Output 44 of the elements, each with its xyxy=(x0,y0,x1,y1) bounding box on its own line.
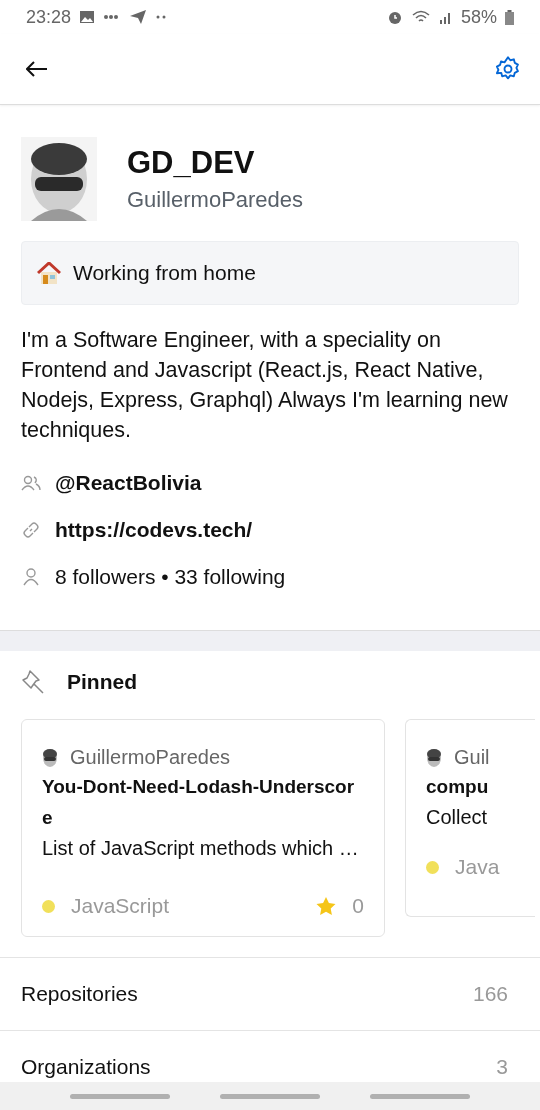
back-arrow-icon[interactable] xyxy=(26,61,48,77)
bio-text: I'm a Software Engineer, with a speciality on Frontend and Javascript (React.js, React Native, Nodejs, Express, Graphql) Always I'm learning new techniques. xyxy=(21,327,509,444)
house-icon xyxy=(37,262,61,284)
username: GuillermoParedes xyxy=(127,187,304,213)
status-time: 23:28 xyxy=(26,6,72,28)
nav-handle[interactable] xyxy=(370,1093,470,1099)
dots-icon xyxy=(155,15,168,19)
signal-icon xyxy=(438,10,453,24)
image-icon xyxy=(79,10,96,24)
people-icon xyxy=(21,474,41,491)
alarm-icon xyxy=(386,9,403,25)
menu-label: Organizations xyxy=(21,1055,151,1079)
avatar-icon xyxy=(426,748,442,767)
battery-icon xyxy=(505,9,514,25)
display-name: GD_DEV xyxy=(127,145,256,181)
menu-row[interactable]: Repositories 166 xyxy=(0,958,540,1031)
repo-owner: Guil xyxy=(454,746,490,769)
battery-percent: 58% xyxy=(460,6,497,28)
repo-name: You-Dont-Need-Lodash-Underscore xyxy=(42,775,356,830)
status-text: Working from home xyxy=(73,261,256,285)
repo-language: Java xyxy=(455,855,500,879)
organization-text[interactable]: @ReactBolivia xyxy=(55,470,202,495)
repo-language: JavaScript xyxy=(71,894,170,918)
menu-count: 166 xyxy=(472,982,508,1006)
star-icon xyxy=(316,896,337,916)
menu-label: Repositories xyxy=(21,982,138,1006)
repo-card[interactable]: GuillermoParedes You-Dont-Need-Lodash-Underscore List of JavaScript methods which … JavaScript 0 xyxy=(21,719,385,937)
nav-handle[interactable] xyxy=(220,1093,320,1099)
website-link[interactable]: https://codevs.tech/ xyxy=(55,517,253,542)
repo-description: List of JavaScript methods which … xyxy=(42,836,360,861)
star-count: 0 xyxy=(352,894,364,918)
repo-card[interactable]: Guil compu Collect Java xyxy=(405,719,535,917)
person-icon xyxy=(21,567,41,586)
status-box[interactable]: Working from home xyxy=(21,241,519,305)
menu-count: 3 xyxy=(496,1055,508,1079)
follow-counts: 8 followers • 33 following xyxy=(55,564,286,589)
avatar-icon xyxy=(42,748,58,767)
repo-owner: GuillermoParedes xyxy=(70,746,231,769)
repo-name: compu xyxy=(426,775,490,799)
send-icon xyxy=(129,9,148,25)
section-title: Pinned xyxy=(67,670,137,694)
nav-handle[interactable] xyxy=(70,1093,170,1099)
repo-description: Collect xyxy=(426,805,489,830)
link-icon xyxy=(21,520,41,539)
